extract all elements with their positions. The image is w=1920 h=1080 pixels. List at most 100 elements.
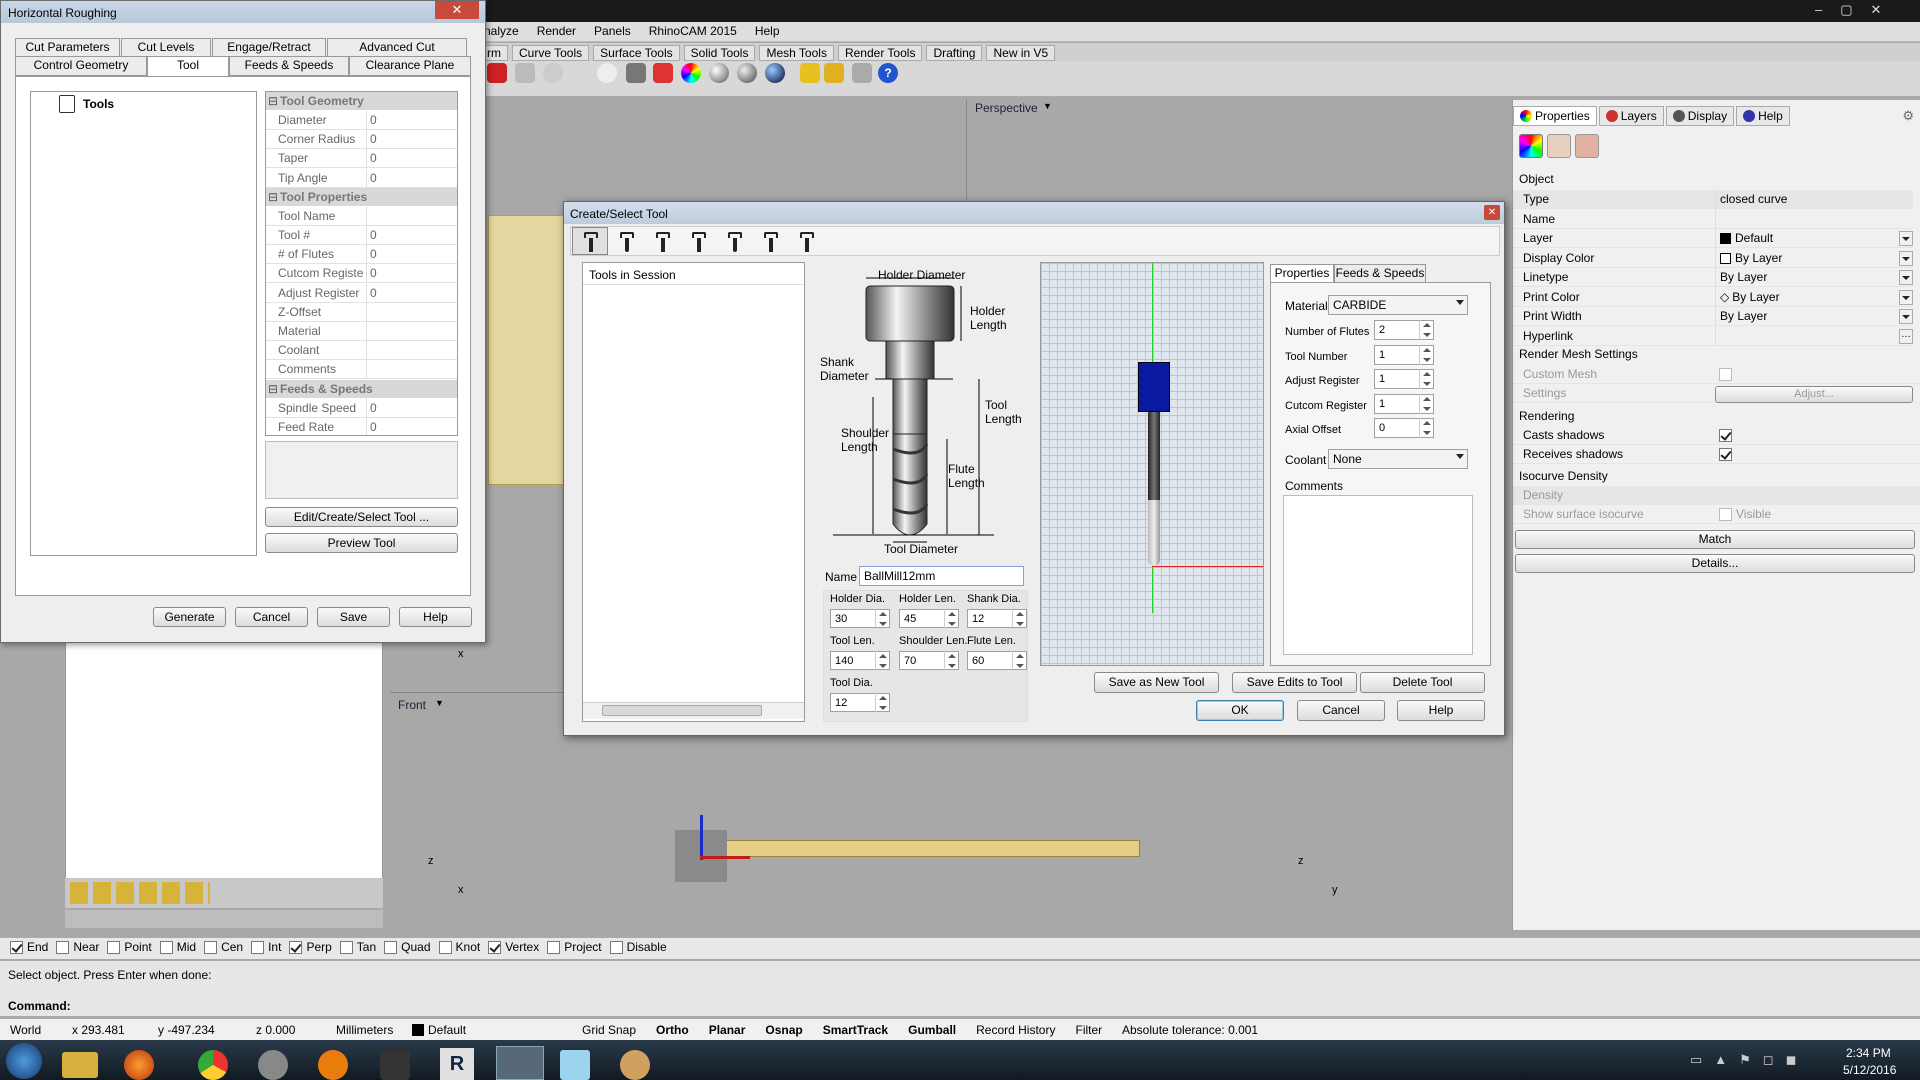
grid-value[interactable] (366, 341, 457, 360)
osnap-checkbox[interactable] (56, 940, 70, 954)
toolbar-tab[interactable]: Solid Tools (683, 45, 756, 61)
arrow-icon[interactable] (487, 63, 507, 83)
tab-row1[interactable]: Advanced Cut Parameters (327, 38, 467, 71)
osnap-checkbox[interactable] (289, 940, 303, 954)
osnap-mid[interactable]: Mid (159, 940, 196, 954)
osnap-tan[interactable]: Tan (339, 940, 376, 954)
osnap-int[interactable]: Int (251, 940, 281, 954)
chevron-down-icon[interactable] (1456, 454, 1464, 459)
coolant-select[interactable]: None (1328, 449, 1468, 469)
prop-input[interactable]: 0 (1374, 418, 1434, 438)
center-drill-button[interactable] (788, 227, 824, 255)
toolbar-tab[interactable]: Drafting (926, 45, 983, 61)
tab-feeds-speeds[interactable]: Feeds & Speeds (1334, 264, 1426, 283)
tab-row2[interactable]: Feeds & Speeds (229, 56, 349, 76)
spinner-icon[interactable] (1419, 344, 1433, 365)
status-toggle[interactable]: Ortho (656, 1023, 689, 1037)
more-button[interactable]: … (1899, 328, 1913, 344)
tab-row2[interactable]: Clearance Plane (349, 56, 471, 76)
preview-tool-button[interactable]: Preview Tool (265, 533, 458, 553)
chevron-down-icon[interactable] (1899, 270, 1913, 285)
tray-icons[interactable]: ▭▲⚑◻◼ (1690, 1052, 1820, 1070)
osnap-checkbox[interactable] (107, 940, 121, 954)
lock-icon[interactable] (626, 63, 646, 83)
property-value[interactable]: By Layer (1715, 248, 1913, 268)
osnap-checkbox[interactable] (547, 940, 561, 954)
grid-value[interactable]: 0 (366, 168, 457, 187)
toolbar-tab[interactable]: Surface Tools (593, 45, 680, 61)
casts-shadows-checkbox[interactable] (1719, 429, 1732, 443)
toolbar-tab[interactable]: Curve Tools (512, 45, 590, 61)
paint-icon[interactable] (258, 1050, 288, 1080)
osnap-quad[interactable]: Quad (384, 940, 431, 954)
osnap-checkbox[interactable] (609, 940, 623, 954)
spinner-icon[interactable] (875, 609, 889, 629)
close-button[interactable]: ✕ (435, 1, 479, 19)
command-prompt[interactable]: Command: (8, 999, 71, 1013)
tool-name-input[interactable]: BallMill12mm (859, 566, 1024, 586)
property-value[interactable]: Default (1715, 229, 1913, 248)
osnap-checkbox[interactable] (384, 940, 398, 954)
color-wheel-icon[interactable] (681, 63, 701, 83)
grid-value[interactable]: 0 (366, 245, 457, 264)
osnap-vertex[interactable]: Vertex (488, 940, 539, 954)
osnap-checkbox[interactable] (339, 940, 353, 954)
osnap-disable[interactable]: Disable (609, 940, 667, 954)
prop-input[interactable]: 2 (1374, 320, 1434, 340)
spinner-icon[interactable] (1419, 418, 1433, 438)
mop-icons[interactable] (70, 882, 210, 904)
object-properties-icon[interactable] (1519, 134, 1543, 158)
taper-ball-mill-button[interactable] (716, 227, 752, 255)
tab-properties[interactable]: Properties (1270, 264, 1334, 283)
grid-value[interactable]: 0 (366, 417, 457, 435)
window-controls[interactable]: –▢✕ (1815, 2, 1920, 18)
chevron-down-icon[interactable]: ▼ (1043, 101, 1052, 111)
tab-row2[interactable]: Control Geometry (15, 56, 147, 76)
chevron-down-icon[interactable] (1456, 300, 1464, 305)
osnap-checkbox[interactable] (488, 940, 502, 954)
file-explorer-icon[interactable] (62, 1052, 98, 1078)
tab-row2[interactable]: Tool (147, 56, 229, 76)
property-value[interactable] (1715, 326, 1913, 346)
toolbar-tab[interactable]: Mesh Tools (759, 45, 834, 61)
help-button[interactable]: Help (1397, 700, 1485, 721)
material-select[interactable]: CARBIDE (1328, 295, 1468, 315)
dim-input[interactable]: 30 (830, 609, 890, 629)
flat-end-mill-button[interactable] (572, 227, 608, 255)
grid-value[interactable]: 0 (366, 264, 457, 283)
delete-tool-button[interactable]: Delete Tool (1360, 672, 1485, 693)
notepad-icon[interactable] (560, 1050, 590, 1080)
grid-value[interactable]: 0 (366, 283, 457, 302)
menu-item[interactable]: nalyze (484, 24, 519, 40)
prop-input[interactable]: 1 (1374, 369, 1434, 389)
texture-tab-icon[interactable] (1575, 134, 1599, 158)
osnap-checkbox[interactable] (251, 940, 265, 954)
match-button[interactable]: Match (1515, 530, 1915, 549)
sphere-blue-icon[interactable] (765, 63, 785, 83)
osnap-knot[interactable]: Knot (438, 940, 480, 954)
spinner-icon[interactable] (1419, 369, 1433, 389)
adjust-button[interactable]: Adjust... (1715, 386, 1913, 403)
status-toggle[interactable]: Planar (709, 1023, 746, 1037)
property-value[interactable]: ◇ By Layer (1715, 287, 1913, 307)
tab-row1[interactable]: Engage/Retract (212, 38, 326, 57)
custom-mesh-checkbox[interactable] (1719, 368, 1732, 382)
grid-value[interactable]: 0 (366, 149, 457, 168)
menu-item[interactable]: Help (755, 24, 780, 40)
tool-tree[interactable] (30, 91, 257, 556)
spinner-icon[interactable] (1419, 320, 1433, 340)
osnap-checkbox[interactable] (204, 940, 218, 954)
chrome-icon[interactable] (198, 1050, 228, 1080)
blender-icon[interactable] (318, 1050, 348, 1080)
spinner-icon[interactable] (944, 609, 958, 629)
ok-button[interactable]: OK (1196, 700, 1284, 721)
cancel-button[interactable]: Cancel (235, 607, 308, 627)
spinner-icon[interactable] (1419, 393, 1433, 414)
status-toggle[interactable]: Gumball (908, 1023, 956, 1037)
dim-input[interactable]: 12 (967, 609, 1027, 629)
dim-input[interactable]: 12 (830, 693, 890, 713)
tools-in-session-list[interactable] (582, 262, 805, 722)
prop-input[interactable]: 1 (1374, 344, 1434, 365)
status-toggle[interactable]: Grid Snap (582, 1023, 636, 1037)
close-button[interactable]: ✕ (1484, 205, 1500, 220)
